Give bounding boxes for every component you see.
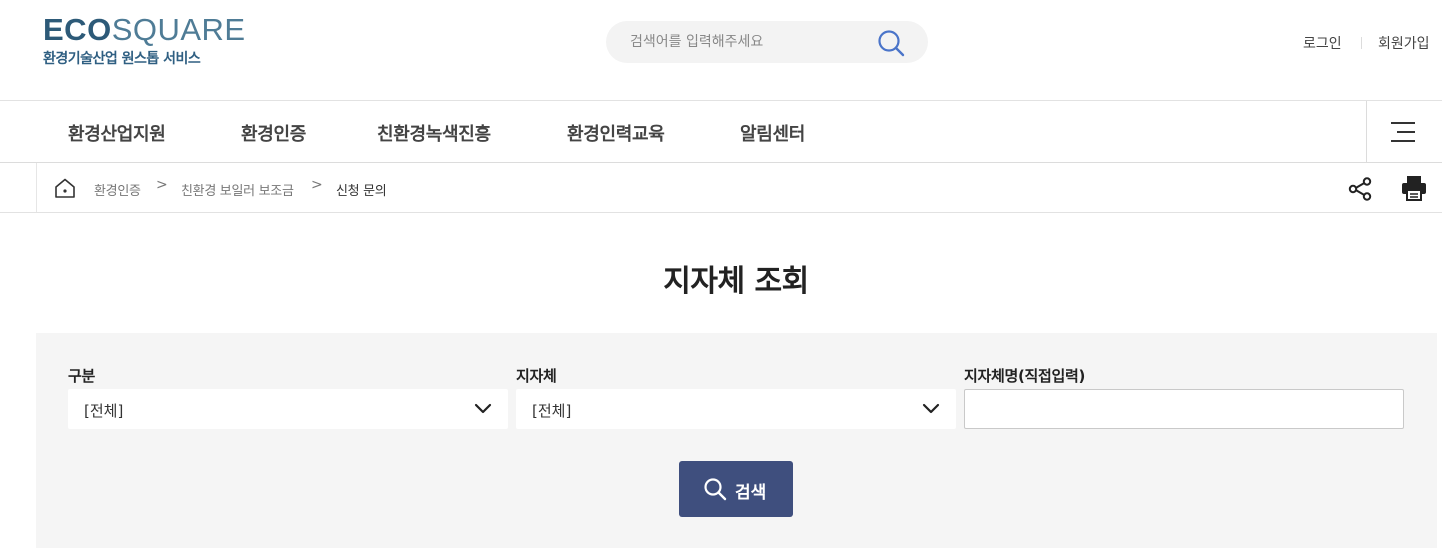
breadcrumb-separator: > [311,177,323,193]
nav-item-certification[interactable]: 환경인증 [241,120,306,146]
breadcrumb-divider [36,163,37,212]
site-header: ECOSQUARE 환경기술산업 원스톱 서비스 로그인 회원가입 [0,0,1442,101]
breadcrumb-item-current: 신청 문의 [336,184,387,199]
municipality-label: 지자체 [516,367,557,385]
category-select-value: [전체] [84,402,124,420]
util-divider [1361,37,1362,49]
breadcrumb-item-certification[interactable]: 환경인증 [94,180,141,199]
municipality-name-label: 지자체명(직접입력) [964,367,1086,385]
municipality-name-input[interactable] [964,389,1404,429]
breadcrumb-item-boiler-subsidy[interactable]: 친환경 보일러 보조금 [181,180,294,199]
search-icon [704,478,727,501]
join-link[interactable]: 회원가입 [1378,33,1430,53]
home-icon[interactable] [53,176,77,200]
main-navigation: 환경산업지원 환경인증 친환경녹색진흥 환경인력교육 알림센터 [0,101,1442,163]
search-input[interactable] [630,31,870,53]
hamburger-menu-icon[interactable] [1366,101,1442,162]
logo[interactable]: ECOSQUARE 환경기술산업 원스톱 서비스 [43,14,246,68]
search-panel: 구분 [전체] 지자체 [전체] 지자체명(직접입력) 검색 [36,333,1437,548]
logo-wordmark: ECOSQUARE [43,12,246,47]
municipality-select-value: [전체] [532,402,572,420]
breadcrumb: 환경인증 > 친환경 보일러 보조금 > 신청 문의 [0,163,1442,213]
login-link[interactable]: 로그인 [1303,33,1342,53]
search-icon[interactable] [876,28,906,58]
nav-item-education[interactable]: 환경인력교육 [567,120,665,146]
nav-item-industry-support[interactable]: 환경산업지원 [68,120,166,146]
chevron-down-icon [474,403,492,414]
category-label: 구분 [68,367,96,385]
nav-item-green-promotion[interactable]: 친환경녹색진흥 [377,120,491,146]
print-icon[interactable] [1401,174,1427,202]
chevron-down-icon [922,403,940,414]
search-button-label: 검색 [735,483,767,502]
logo-subtitle: 환경기술산업 원스톱 서비스 [43,51,201,67]
category-select[interactable]: [전체] [68,389,508,429]
share-icon[interactable] [1347,176,1373,202]
page-title: 지자체 조회 [663,264,809,299]
nav-item-notice-center[interactable]: 알림센터 [740,120,805,146]
breadcrumb-separator: > [156,177,168,193]
search-button[interactable]: 검색 [679,461,793,517]
municipality-select[interactable]: [전체] [516,389,956,429]
